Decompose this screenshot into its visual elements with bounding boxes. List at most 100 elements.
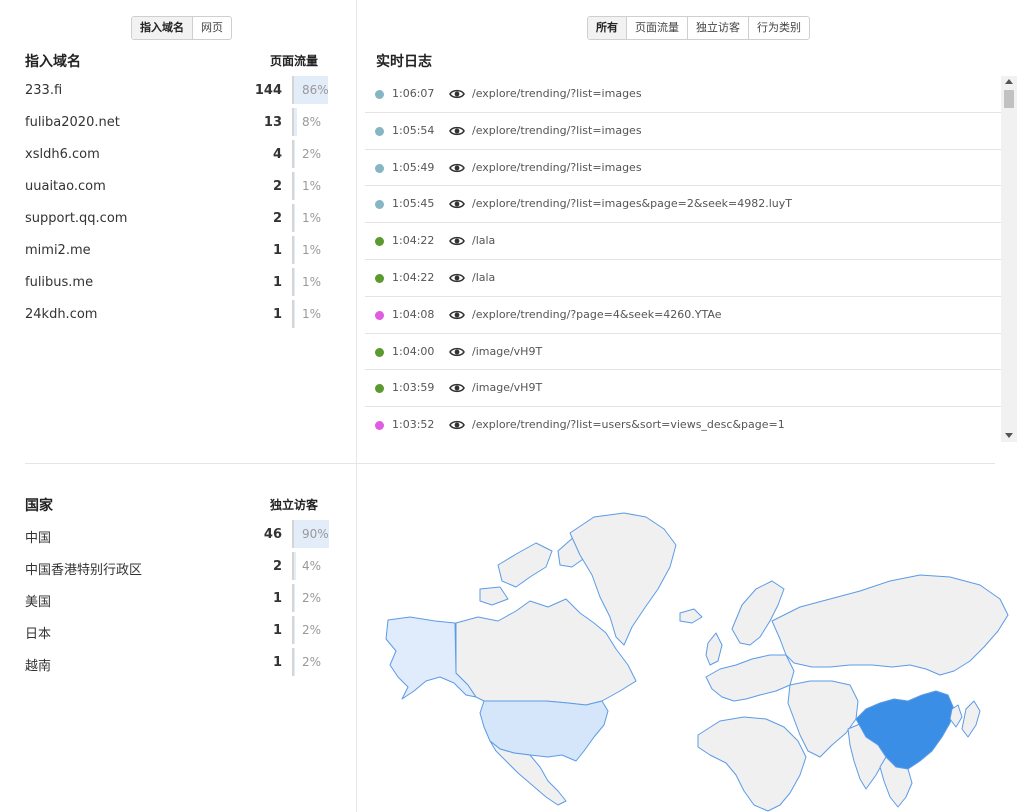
log-entry[interactable]: 1:05:45/explore/trending/?list=images&pa… [365, 186, 1001, 224]
log-path[interactable]: /explore/trending/?list=images [472, 161, 642, 174]
log-path[interactable]: /explore/trending/?list=users&sort=views… [472, 418, 785, 431]
list-row[interactable]: xsldh6.com 4 2% [25, 139, 335, 171]
tab-pageviews[interactable]: 页面流量 [627, 17, 688, 39]
row-percent: 8% [302, 115, 322, 129]
list-row[interactable]: 美国 1 2% [25, 583, 335, 615]
list-row[interactable]: 越南 1 2% [25, 647, 335, 679]
tab-unique-visitors[interactable]: 独立访客 [688, 17, 749, 39]
row-share-cell: 2% [292, 584, 333, 612]
row-name: mimi2.me [25, 243, 91, 258]
eye-icon [449, 308, 465, 322]
log-path[interactable]: /image/vH9T [472, 345, 542, 358]
row-share-cell: 1% [292, 300, 333, 328]
map-region-iceland[interactable] [679, 608, 703, 624]
column-divider [356, 0, 357, 812]
list-row[interactable]: uuaitao.com 2 1% [25, 171, 335, 203]
row-name: 日本 [25, 627, 52, 642]
tab-action-categories[interactable]: 行为类别 [749, 17, 809, 39]
list-row[interactable]: fulibus.me 1 1% [25, 267, 335, 299]
row-share-bar [294, 616, 295, 644]
row-count: 1 [272, 591, 282, 606]
log-entry[interactable]: 1:06:07/explore/trending/?list=images [365, 76, 1001, 113]
row-percent: 2% [302, 655, 322, 669]
status-dot [375, 273, 384, 283]
list-row[interactable]: fuliba2020.net 13 8% [25, 107, 335, 139]
map-region-europe[interactable] [705, 654, 795, 702]
row-percent: 2% [302, 591, 322, 605]
row-name: uuaitao.com [25, 179, 106, 194]
realtime-log-title: 实时日志 [376, 54, 432, 70]
log-scrollbar[interactable] [1001, 76, 1017, 442]
log-time: 1:06:07 [392, 87, 435, 100]
log-time: 1:04:22 [392, 234, 435, 248]
log-entry[interactable]: 1:04:08/explore/trending/?page=4&seek=42… [365, 297, 1001, 334]
map-region-scandinavia[interactable] [731, 580, 785, 646]
list-row[interactable]: 中国 46 90% [25, 519, 335, 551]
row-share-cell: 1% [292, 172, 333, 200]
world-map[interactable] [380, 505, 1010, 812]
log-time: 1:05:45 [392, 197, 435, 211]
log-time: 1:04:08 [392, 307, 435, 321]
row-name: fuliba2020.net [25, 115, 120, 130]
row-count: 13 [263, 115, 282, 130]
tab-all[interactable]: 所有 [588, 17, 627, 39]
row-count: 144 [254, 83, 282, 98]
list-row[interactable]: 233.fi 144 86% [25, 75, 335, 107]
row-share-cell: 1% [292, 236, 333, 264]
log-time: 1:03:52 [392, 418, 435, 432]
row-percent: 2% [302, 623, 322, 637]
row-share-cell: 8% [292, 108, 333, 136]
log-path[interactable]: /explore/trending/?list=images [472, 87, 642, 100]
row-share-cell: 4% [292, 552, 333, 580]
eye-icon [449, 418, 465, 432]
row-name: support.qq.com [25, 211, 128, 226]
tab-referring-domains[interactable]: 指入域名 [132, 17, 193, 39]
map-region-russia[interactable] [771, 574, 1009, 676]
list-row[interactable]: 日本 1 2% [25, 615, 335, 647]
log-entry[interactable]: 1:03:59/image/vH9T [365, 370, 1001, 408]
log-time: 1:05:49 [392, 160, 435, 174]
log-path[interactable]: /explore/trending/?page=4&seek=4260.YTAe [472, 308, 721, 321]
eye-icon [449, 87, 465, 101]
row-percent: 2% [302, 147, 322, 161]
scroll-thumb[interactable] [1004, 90, 1014, 108]
status-dot [375, 384, 384, 394]
status-dot [375, 310, 384, 320]
row-percent: 1% [302, 211, 322, 225]
list-row[interactable]: 24kdh.com 1 1% [25, 299, 335, 331]
map-region-africa[interactable] [697, 716, 807, 812]
referrer-view-toggle: 指入域名 网页 [131, 16, 232, 40]
list-row[interactable]: support.qq.com 2 1% [25, 203, 335, 235]
log-entry[interactable]: 1:05:49/explore/trending/?list=images [365, 150, 1001, 187]
log-entry[interactable]: 1:04:22/lala [365, 260, 1001, 297]
list-row[interactable]: 中国香港特别行政区 2 4% [25, 551, 335, 583]
log-entry[interactable]: 1:04:22/lala [365, 223, 1001, 260]
log-path[interactable]: /explore/trending/?list=images&page=2&se… [472, 197, 792, 210]
eye-icon [449, 345, 465, 359]
map-region-japan[interactable] [961, 700, 981, 738]
list-row[interactable]: mimi2.me 1 1% [25, 235, 335, 267]
scroll-up-arrow[interactable] [1005, 79, 1013, 84]
log-entry[interactable]: 1:04:00/image/vH9T [365, 334, 1001, 371]
log-path[interactable]: /lala [472, 234, 495, 247]
log-path[interactable]: /lala [472, 271, 495, 284]
scroll-down-arrow[interactable] [1005, 433, 1013, 438]
log-time: 1:03:59 [392, 381, 435, 395]
row-count: 2 [272, 179, 282, 194]
row-name: 美国 [25, 595, 52, 610]
log-path[interactable]: /explore/trending/?list=images [472, 124, 642, 137]
map-region-uk[interactable] [705, 632, 723, 666]
tab-web-pages[interactable]: 网页 [193, 17, 231, 39]
log-time: 1:05:54 [392, 123, 435, 137]
row-share-cell: 2% [292, 648, 333, 676]
log-entry[interactable]: 1:03:52/explore/trending/?list=users&sor… [365, 407, 1001, 442]
row-count: 46 [263, 527, 282, 542]
log-entry[interactable]: 1:05:54/explore/trending/?list=images [365, 113, 1001, 150]
referrers-metric-header: 页面流量 [269, 54, 318, 68]
log-time: 1:04:22 [392, 270, 435, 284]
eye-icon [449, 124, 465, 138]
realtime-log-list[interactable]: 1:06:07/explore/trending/?list=images 1:0… [365, 76, 1017, 442]
row-share-cell: 1% [292, 204, 333, 232]
row-name: 24kdh.com [25, 307, 98, 322]
log-path[interactable]: /image/vH9T [472, 381, 542, 394]
